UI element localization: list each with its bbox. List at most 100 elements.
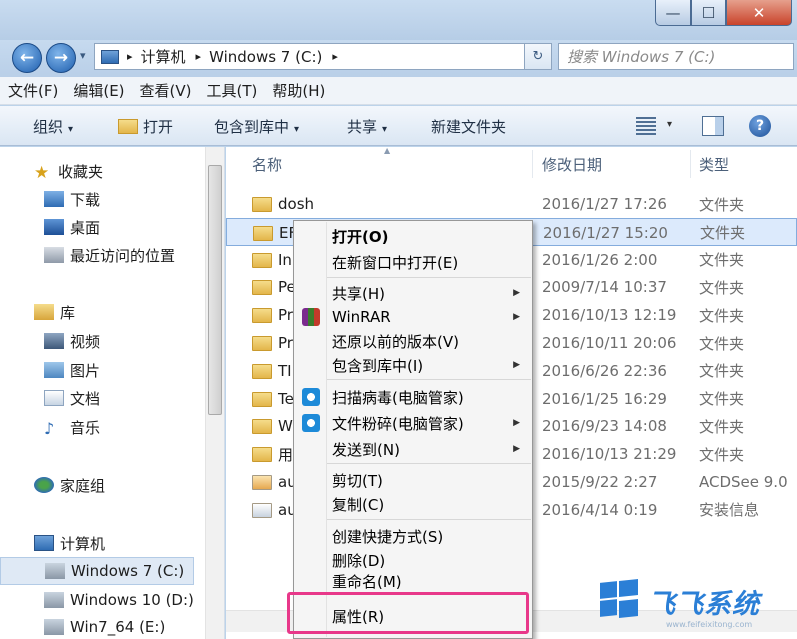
nav-drive-e[interactable]: Win7_64 (E:) — [0, 614, 210, 639]
menu-separator — [327, 463, 531, 464]
videos-icon — [44, 333, 64, 349]
file-type: 文件夹 — [700, 224, 746, 243]
file-type: 文件夹 — [699, 306, 745, 325]
ctx-open-label: 打开(O) — [332, 227, 389, 246]
file-name: Te — [278, 389, 294, 408]
include-in-library-button[interactable]: 包含到库中 ▾ — [214, 116, 299, 137]
ctx-winrar[interactable]: WinRAR ▶ — [294, 304, 532, 330]
windows-drive-icon — [44, 592, 64, 608]
breadcrumb-computer[interactable]: 计算机 — [141, 46, 186, 67]
ctx-share[interactable]: 共享(H) ▶ — [294, 280, 532, 306]
ctx-open-new-window[interactable]: 在新窗口中打开(E) — [294, 249, 532, 275]
file-type: 文件夹 — [699, 390, 745, 409]
back-button[interactable]: ← — [12, 43, 42, 73]
address-bar[interactable]: ▸ 计算机 ▸ Windows 7 (C:) ▸ — [94, 43, 525, 70]
nav-drive-e-label: Win7_64 (E:) — [70, 617, 166, 636]
ctx-create-shortcut[interactable]: 创建快捷方式(S) — [294, 523, 532, 549]
nav-pictures[interactable]: 图片 — [0, 356, 210, 384]
nav-scroll-thumb[interactable] — [208, 165, 222, 415]
folder-icon — [252, 391, 272, 407]
folder-icon — [252, 197, 272, 212]
nav-scrollbar[interactable] — [205, 147, 224, 639]
ctx-include-library-label: 包含到库中(I) — [332, 356, 424, 375]
submenu-arrow-icon: ▶ — [513, 360, 520, 370]
ctx-create-shortcut-label: 创建快捷方式(S) — [332, 527, 444, 546]
ctx-copy-label: 复制(C) — [332, 495, 385, 514]
ctx-rename[interactable]: 重命名(M) — [294, 571, 532, 591]
properties-highlight-box — [287, 592, 529, 634]
nav-videos[interactable]: 视频 — [0, 327, 210, 355]
file-type: 文件夹 — [699, 362, 745, 381]
windows-drive-icon — [45, 563, 65, 579]
maximize-button[interactable]: ☐ — [691, 0, 726, 26]
organize-button[interactable]: 组织 ▾ — [33, 116, 73, 137]
library-icon — [34, 304, 54, 320]
file-type: 文件夹 — [699, 278, 745, 297]
nav-documents[interactable]: 文档 — [0, 384, 210, 412]
column-header-type[interactable]: 类型 — [699, 147, 729, 181]
nav-downloads[interactable]: 下载 — [0, 185, 210, 213]
file-date: 2016/1/25 16:29 — [542, 389, 667, 408]
search-input[interactable]: 搜索 Windows 7 (C:) — [558, 43, 794, 70]
back-arrow-icon: ← — [19, 48, 35, 68]
ctx-open[interactable]: 打开(O) — [294, 223, 532, 249]
forward-button[interactable]: → — [46, 43, 76, 73]
menu-file[interactable]: 文件(F) — [8, 80, 58, 101]
open-folder-icon — [118, 119, 138, 134]
column-header-date[interactable]: 修改日期 — [542, 147, 602, 181]
file-name: Pr — [278, 306, 293, 325]
menu-separator — [327, 277, 531, 278]
file-type: 安装信息 — [699, 501, 760, 520]
ctx-send-to-label: 发送到(N) — [332, 440, 400, 459]
preview-pane-icon[interactable] — [702, 116, 724, 136]
ctx-delete[interactable]: 删除(D) — [294, 547, 532, 573]
new-folder-button[interactable]: 新建文件夹 — [431, 116, 506, 137]
ctx-cut[interactable]: 剪切(T) — [294, 467, 532, 493]
open-label: 打开 — [143, 118, 174, 136]
tencent-pc-manager-icon — [302, 388, 320, 406]
folder-icon — [252, 252, 272, 268]
nav-homegroup[interactable]: 家庭组 — [0, 471, 210, 499]
watermark-brand: 飞飞系统 — [648, 589, 760, 620]
share-button[interactable]: 共享 ▾ — [347, 116, 387, 137]
minimize-button[interactable]: — — [655, 0, 691, 26]
nav-desktop[interactable]: 桌面 — [0, 213, 210, 241]
music-icon: ♪ — [44, 419, 55, 438]
ctx-restore-label: 还原以前的版本(V) — [332, 332, 459, 351]
view-options-dropdown[interactable]: ▾ — [667, 119, 672, 130]
ctx-shred-file[interactable]: 文件粉碎(电脑管家) ▶ — [294, 410, 532, 436]
close-button[interactable]: ✕ — [726, 0, 792, 26]
nav-favorites[interactable]: ★ 收藏夹 — [0, 157, 210, 185]
ctx-restore-previous[interactable]: 还原以前的版本(V) — [294, 328, 532, 354]
column-header-name[interactable]: 名称 — [252, 147, 282, 181]
file-row[interactable]: dosh 2016/1/27 17:26 文件夹 — [226, 190, 797, 218]
help-button[interactable]: ? — [749, 115, 771, 137]
open-button[interactable]: 打开 — [118, 116, 173, 137]
ctx-send-to[interactable]: 发送到(N) ▶ — [294, 436, 532, 462]
ctx-scan-virus[interactable]: 扫描病毒(电脑管家) — [294, 384, 532, 410]
nav-videos-label: 视频 — [70, 332, 101, 351]
nav-drive-d[interactable]: Windows 10 (D:) — [0, 586, 210, 614]
windows-logo-icon — [600, 579, 638, 618]
menu-edit[interactable]: 编辑(E) — [73, 80, 124, 101]
column-divider[interactable] — [690, 150, 691, 178]
menu-view[interactable]: 查看(V) — [140, 80, 192, 101]
recent-pages-dropdown[interactable]: ▾ — [80, 49, 86, 62]
view-options-icon[interactable] — [636, 117, 656, 135]
breadcrumb-drive[interactable]: Windows 7 (C:) — [209, 48, 322, 66]
nav-computer[interactable]: 计算机 — [0, 529, 210, 557]
ctx-copy[interactable]: 复制(C) — [294, 491, 532, 517]
chevron-down-icon: ▾ — [382, 124, 388, 135]
ctx-include-library[interactable]: 包含到库中(I) ▶ — [294, 352, 532, 378]
nav-music[interactable]: ♪ 音乐 — [0, 413, 210, 441]
ctx-winrar-label: WinRAR — [332, 308, 391, 326]
menu-help[interactable]: 帮助(H) — [272, 80, 325, 101]
file-date: 2016/10/11 20:06 — [542, 334, 677, 352]
menu-tools[interactable]: 工具(T) — [207, 80, 258, 101]
nav-libraries[interactable]: 库 — [0, 298, 210, 326]
refresh-button[interactable]: ↻ — [524, 43, 552, 70]
file-name: W — [278, 417, 293, 436]
column-divider[interactable] — [532, 150, 533, 178]
nav-recent-places[interactable]: 最近访问的位置 — [0, 241, 210, 269]
nav-drive-c[interactable]: Windows 7 (C:) — [0, 557, 194, 585]
